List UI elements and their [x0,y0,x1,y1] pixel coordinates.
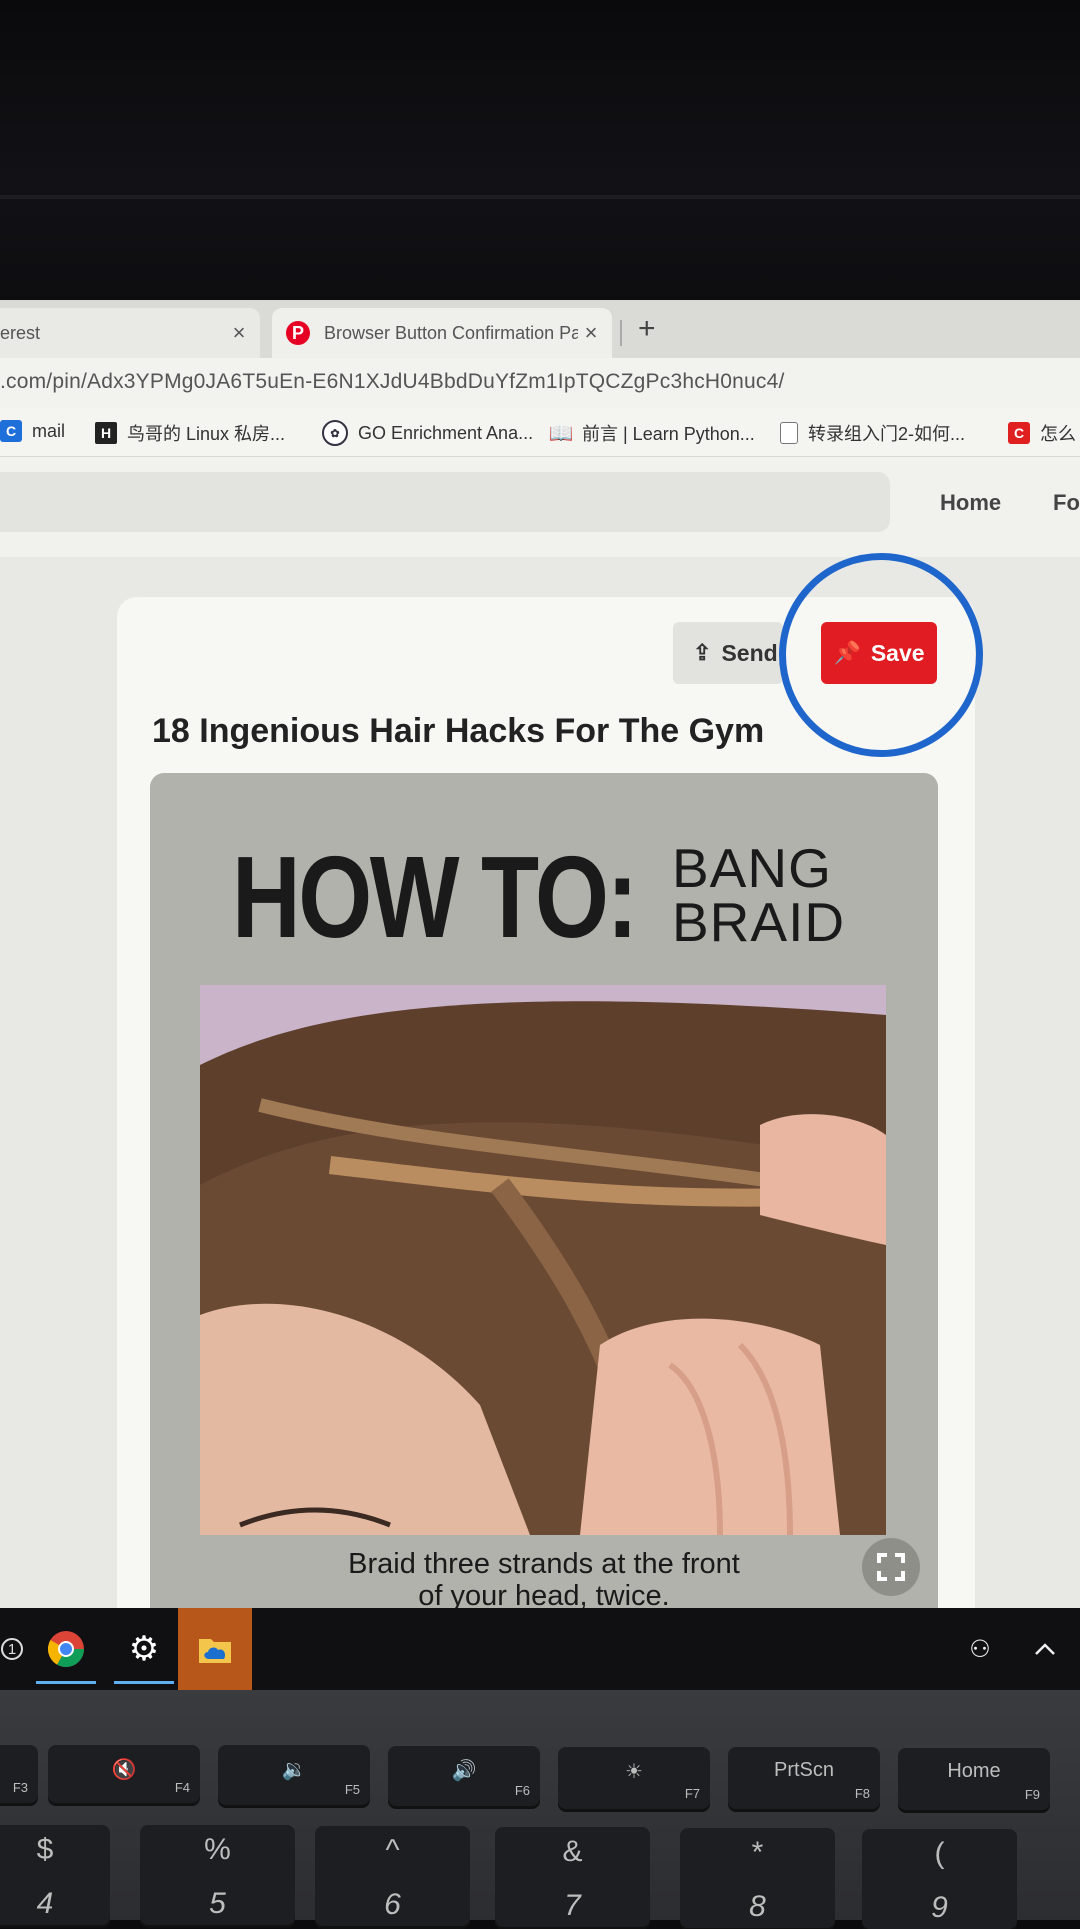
tab-title: erest [0,322,41,343]
browser-window: erest × P Browser Button Confirmation Pa… [0,300,1080,1620]
upload-icon: ⇪ [693,640,712,665]
bookmark-label: 前言 | Learn Python... [582,424,755,444]
close-icon[interactable]: × [226,320,252,346]
expand-icon [877,1553,905,1581]
close-icon[interactable]: × [578,320,604,346]
nav-following-link[interactable]: Fo [1053,490,1080,516]
settings-icon: ⚙ [128,1630,160,1668]
laptop-keyboard: F3 🔇 F4 🔉 F5 🔊 F6 ☀ F7 PrtScn F8 Home F9… [0,1690,1080,1929]
bookmark-label: 鸟哥的 Linux 私房... [127,424,286,444]
pinterest-header: Home Fo [0,457,1080,557]
caption-line-1: Braid three strands at the front [348,1548,740,1580]
bookmarks-bar: C mail H 鸟哥的 Linux 私房... ✿ GO Enrichment… [0,408,1080,457]
cluster-icon: ✿ [322,420,348,446]
image-heading: HOW TO: [232,832,638,962]
send-button[interactable]: ⇪ Send [673,622,783,684]
pin-image[interactable]: HOW TO: BANG BRAID Braid three strands a… [150,773,938,1620]
key-5: % 5 [140,1825,295,1925]
monitor-bezel [0,0,1080,305]
chrome-taskbar-button[interactable] [30,1608,102,1690]
people-icon[interactable]: ⚇ [960,1608,1000,1690]
bookmark-mail[interactable]: C mail [0,420,65,442]
send-label: Send [721,639,778,666]
key-f3: F3 [0,1745,38,1803]
key-f8-prtscn: PrtScn F8 [728,1747,880,1809]
key-f4-mute: 🔇 F4 [48,1745,200,1803]
onedrive-taskbar-button[interactable] [178,1608,252,1690]
active-indicator [36,1681,96,1684]
pin-title: 18 Ingenious Hair Hacks For The Gym [152,712,765,750]
tab-strip: erest × P Browser Button Confirmation Pa… [0,300,1080,358]
key-f7-brightness: ☀ F7 [558,1747,710,1809]
tab-pinterest-previous[interactable]: erest × [0,308,260,358]
bookmark-linux[interactable]: H 鸟哥的 Linux 私房... [95,420,285,446]
image-subheading-1: BANG [672,837,832,899]
book-icon: H [95,422,117,444]
chevron-up-icon[interactable] [1025,1608,1065,1690]
brightness-icon: ☀ [625,1761,643,1783]
key-8: * 8 [680,1828,835,1928]
key-7: & 7 [495,1827,650,1927]
url-text[interactable]: .com/pin/Adx3YPMg0JA6T5uEn-E6N1XJdU4BbdD… [0,370,785,394]
hair-braid-photo [200,985,886,1535]
image-caption: Braid three strands at the front of your… [150,1548,938,1612]
windows-taskbar: 1 ⚙ ⚇ [0,1608,1080,1690]
key-9: ( 9 [862,1829,1017,1929]
notification-badge: 1 [1,1638,23,1660]
bookmark-label: 转录组入门2-如何... [808,424,966,444]
active-indicator [114,1681,174,1684]
key-f9-home: Home F9 [898,1748,1050,1810]
pinterest-logo-icon: P [286,321,310,345]
bookmark-zenme[interactable]: C 怎么 [1008,420,1076,446]
nav-home-link[interactable]: Home [940,490,1001,516]
document-icon [780,422,798,444]
bookmark-learn-python[interactable]: 📖 前言 | Learn Python... [548,420,755,446]
hair-photo-illustration [200,985,886,1535]
open-book-icon: 📖 [548,422,574,445]
chrome-icon [47,1631,84,1668]
mute-icon: 🔇 [111,1759,137,1781]
key-f6-volume-up: 🔊 F6 [388,1746,540,1806]
bookmark-transcriptome[interactable]: 转录组入门2-如何... [780,420,965,446]
task-view-icon[interactable]: 1 [0,1608,24,1690]
onedrive-folder-icon [199,1639,231,1663]
c-icon: C [0,420,22,442]
bookmark-label: mail [32,420,66,441]
bezel-edge [0,195,1080,199]
bookmark-label: GO Enrichment Ana... [358,422,534,443]
bookmark-label: 怎么 [1040,424,1076,444]
highlight-circle-annotation [779,553,983,757]
expand-image-button[interactable] [862,1538,920,1596]
address-bar[interactable]: .com/pin/Adx3YPMg0JA6T5uEn-E6N1XJdU4BbdD… [0,358,1080,408]
image-subheading-2: BRAID [672,891,846,953]
tab-title: Browser Button Confirmation Pa [324,322,578,343]
tab-separator [620,320,622,346]
search-input[interactable] [0,472,890,532]
key-6: ^ 6 [315,1826,470,1926]
volume-down-icon: 🔉 [281,1759,307,1781]
tab-browser-button-confirmation[interactable]: P Browser Button Confirmation Pa × [272,308,612,358]
settings-taskbar-button[interactable]: ⚙ [108,1608,180,1690]
bookmark-go-enrichment[interactable]: ✿ GO Enrichment Ana... [322,420,533,446]
volume-up-icon: 🔊 [451,1760,477,1782]
key-f5-volume-down: 🔉 F5 [218,1745,370,1805]
key-4: $ 4 [0,1825,110,1925]
c-red-icon: C [1008,422,1030,444]
new-tab-button[interactable]: + [638,312,656,346]
